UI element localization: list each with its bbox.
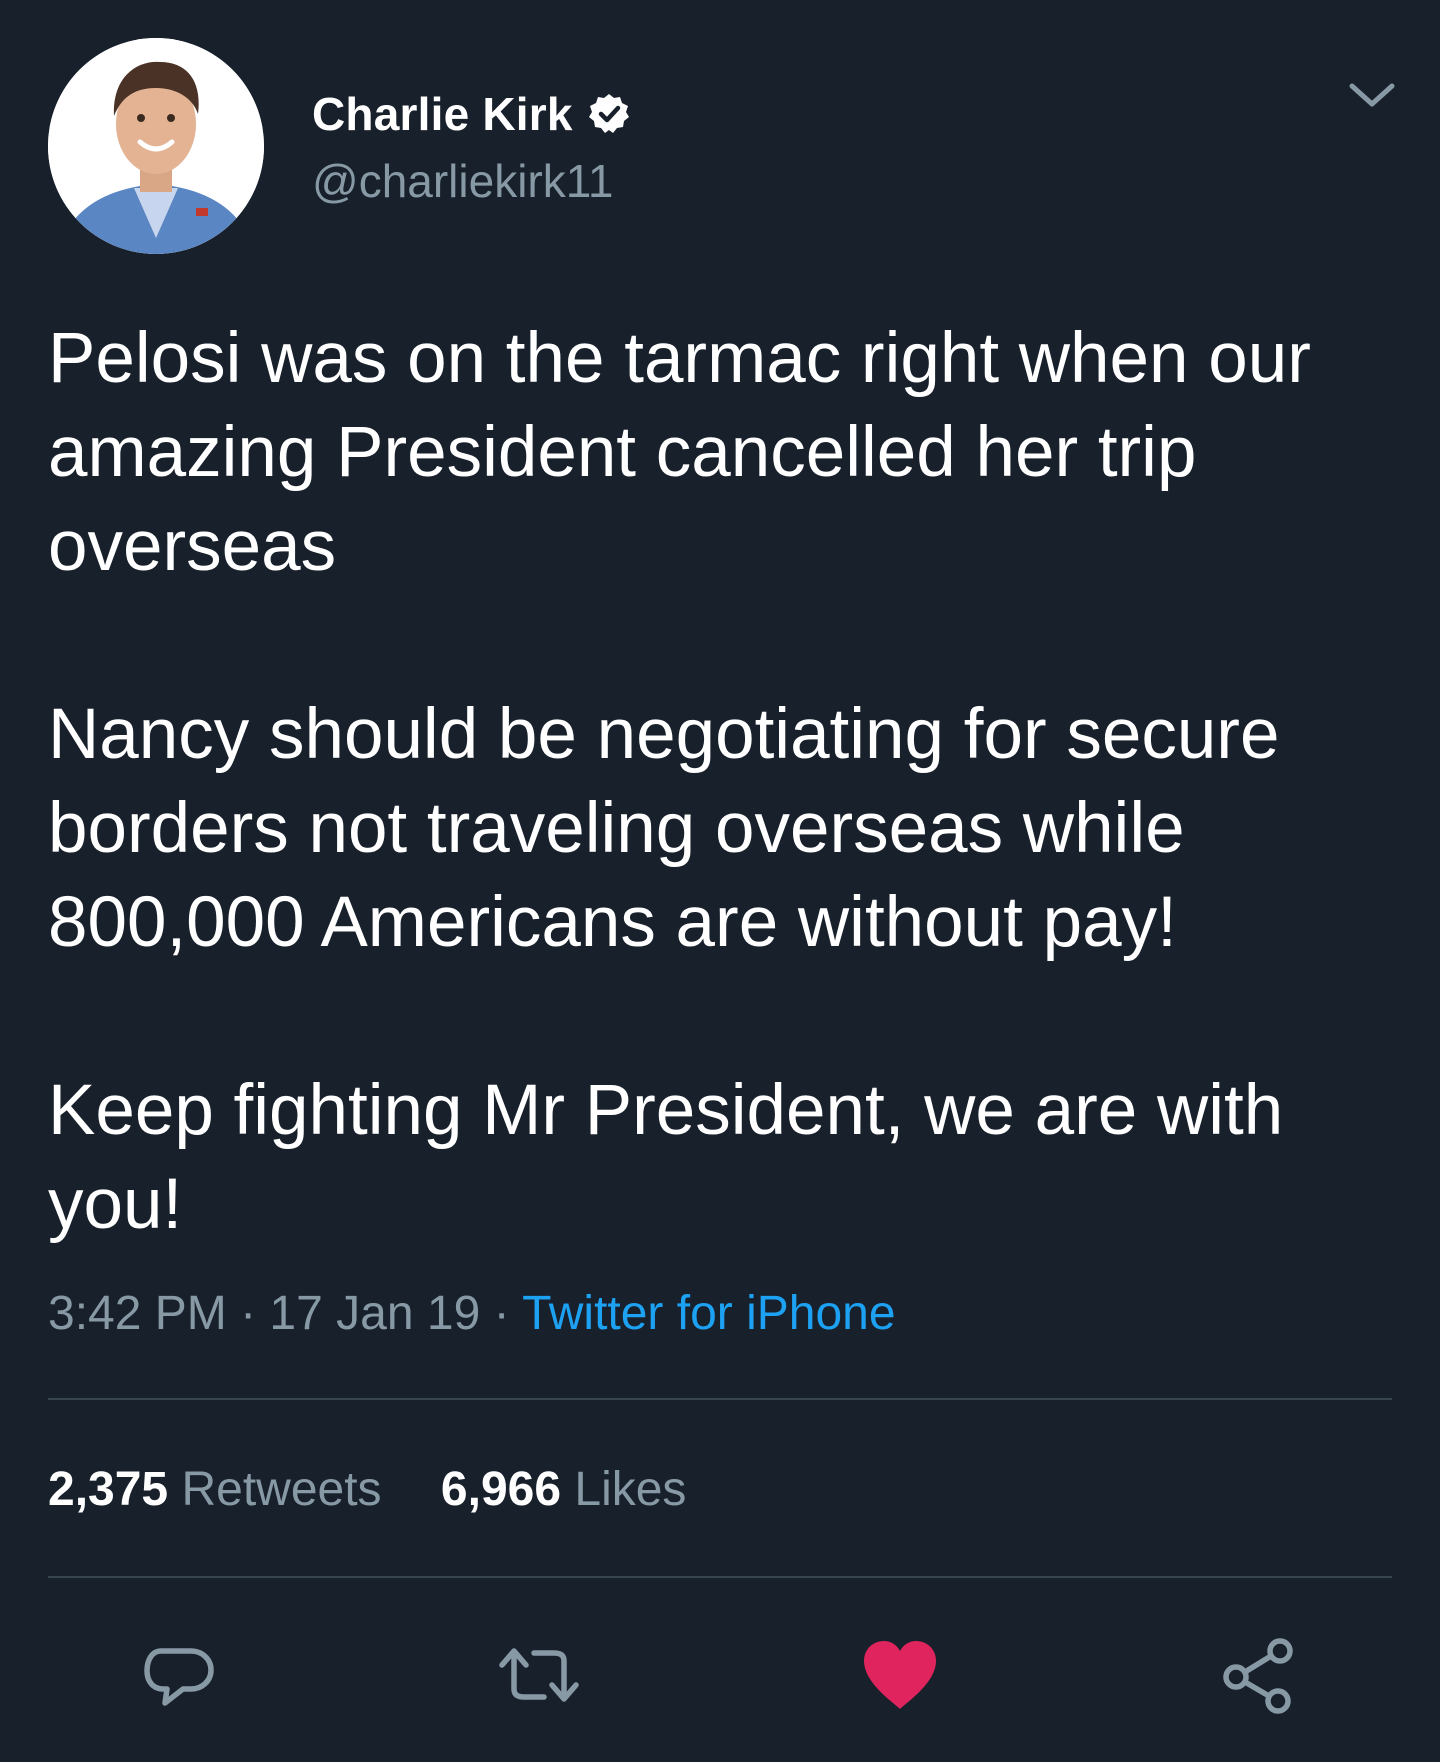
like-button[interactable] — [855, 1630, 945, 1720]
tweet-stats: 2,375 Retweets 6,966 Likes — [48, 1462, 686, 1517]
chevron-down-icon[interactable] — [1346, 78, 1398, 114]
tweet-source-link[interactable]: Twitter for iPhone — [522, 1287, 896, 1340]
profile-photo-icon — [48, 38, 264, 254]
avatar[interactable] — [48, 38, 264, 254]
likes-stat[interactable]: 6,966 Likes — [441, 1463, 687, 1516]
tweet-time[interactable]: 3:42 PM — [48, 1287, 227, 1340]
display-name[interactable]: Charlie Kirk — [312, 87, 573, 141]
likes-label: Likes — [574, 1463, 687, 1516]
tweet-metadata: 3:42 PM · 17 Jan 19 · Twitter for iPhone — [48, 1286, 896, 1341]
tweet-paragraph: Nancy should be negotiating for secure b… — [48, 695, 1280, 962]
share-button[interactable] — [1215, 1630, 1305, 1720]
verified-badge-icon — [587, 92, 631, 136]
tweet-paragraph: Keep fighting Mr President, we are with … — [48, 1071, 1284, 1244]
tweet-date[interactable]: 17 Jan 19 — [269, 1287, 480, 1340]
divider — [48, 1576, 1392, 1578]
tweet-text: Pelosi was on the tarmac right when our … — [48, 312, 1408, 1252]
tweet-detail: Charlie Kirk @charliekirk11 Pelosi was o… — [0, 0, 1440, 1762]
heart-icon — [864, 1641, 936, 1709]
action-bar — [0, 1630, 1440, 1720]
reply-button[interactable] — [134, 1630, 224, 1720]
author-name-row[interactable]: Charlie Kirk — [312, 84, 631, 144]
likes-count: 6,966 — [440, 1463, 562, 1516]
share-icon — [1223, 1638, 1293, 1714]
meta-separator: · — [226, 1287, 270, 1340]
meta-separator: · — [480, 1287, 523, 1340]
reply-icon — [144, 1648, 214, 1706]
retweets-count: 2,375 — [48, 1463, 169, 1516]
retweets-stat[interactable]: 2,375 Retweets — [48, 1463, 382, 1516]
retweets-label: Retweets — [181, 1463, 382, 1516]
retweet-button[interactable] — [494, 1630, 584, 1720]
retweet-icon — [499, 1648, 579, 1702]
divider — [48, 1398, 1392, 1400]
author-handle[interactable]: @charliekirk11 — [312, 154, 614, 208]
tweet-paragraph: Pelosi was on the tarmac right when our … — [48, 319, 1311, 586]
